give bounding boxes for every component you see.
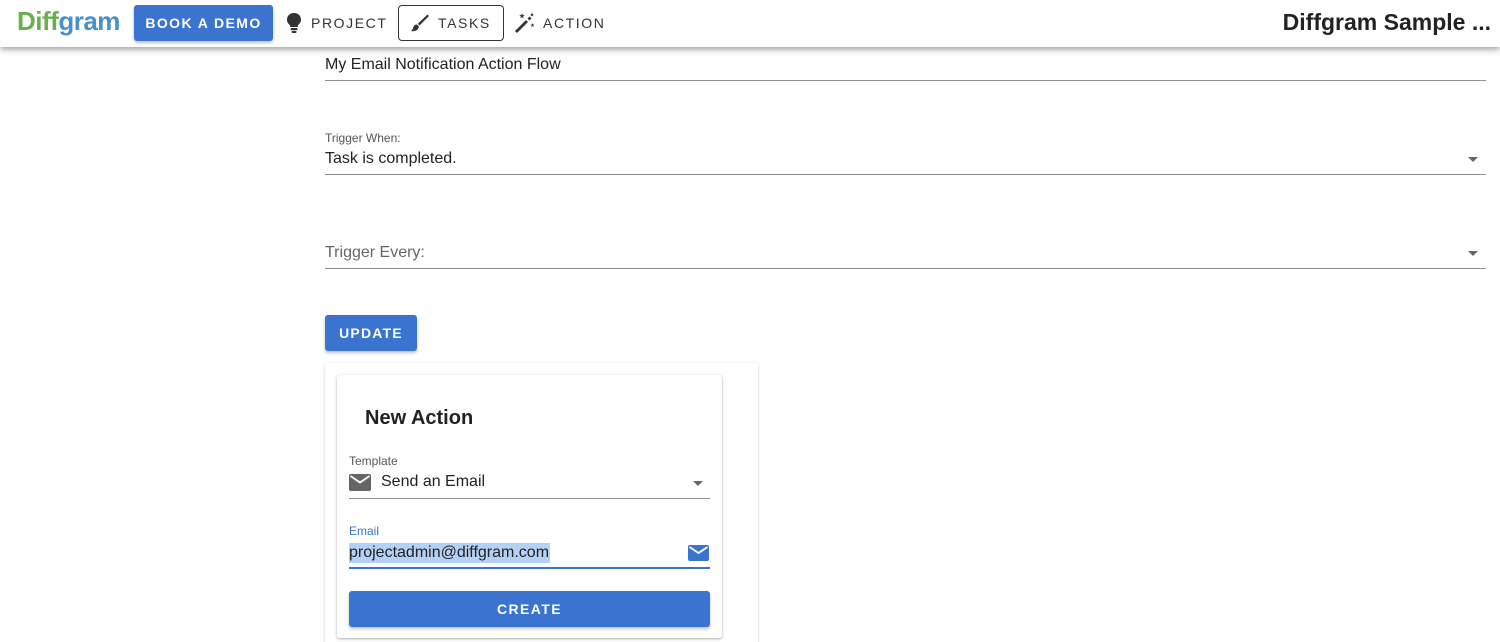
template-label: Template bbox=[349, 454, 398, 468]
action-flow-name-value: My Email Notification Action Flow bbox=[325, 56, 561, 73]
nav-tasks-label: TASKS bbox=[438, 15, 491, 31]
trigger-every-select[interactable]: Trigger Every: bbox=[325, 240, 1486, 270]
field-underline bbox=[325, 174, 1486, 175]
nav-action-button[interactable]: ACTION bbox=[513, 5, 606, 41]
field-underline bbox=[325, 268, 1486, 269]
email-icon bbox=[688, 545, 709, 566]
trigger-every-placeholder: Trigger Every: bbox=[325, 244, 425, 261]
book-demo-button[interactable]: BOOK A DEMO bbox=[134, 5, 273, 41]
action-flow-name-field[interactable]: My Email Notification Action Flow bbox=[325, 52, 1486, 82]
trigger-when-label: Trigger When: bbox=[325, 131, 401, 145]
diffgram-logo[interactable]: Diffgram bbox=[17, 6, 120, 37]
magic-wand-icon bbox=[515, 12, 535, 33]
trigger-when-select[interactable]: Trigger When: Task is completed. bbox=[325, 130, 1486, 176]
brush-icon bbox=[411, 14, 429, 32]
new-action-title: New Action bbox=[365, 407, 474, 429]
logo-text-gram: gram bbox=[58, 6, 120, 36]
project-title[interactable]: Diffgram Sample ... bbox=[1283, 9, 1491, 36]
field-underline bbox=[325, 80, 1486, 81]
email-label: Email bbox=[349, 524, 380, 538]
nav-tasks-button[interactable]: TASKS bbox=[398, 5, 504, 41]
nav-project-label: PROJECT bbox=[311, 15, 388, 31]
update-button[interactable]: UPDATE bbox=[325, 315, 417, 351]
dropdown-arrow-icon[interactable] bbox=[1468, 251, 1478, 256]
template-underline bbox=[349, 498, 710, 499]
nav-project-button[interactable]: PROJECT bbox=[285, 5, 388, 41]
dropdown-arrow-icon[interactable] bbox=[1468, 157, 1478, 162]
email-underline bbox=[349, 567, 710, 569]
trigger-when-value: Task is completed. bbox=[325, 150, 457, 167]
lightbulb-icon bbox=[287, 13, 301, 33]
dropdown-arrow-icon[interactable] bbox=[693, 481, 703, 486]
top-app-bar: Diffgram BOOK A DEMO PROJECT TASKS ACTIO… bbox=[0, 0, 1500, 47]
email-icon bbox=[349, 474, 371, 496]
create-button[interactable]: CREATE bbox=[349, 591, 710, 627]
template-value[interactable]: Send an Email bbox=[381, 473, 485, 491]
nav-action-label: ACTION bbox=[543, 15, 606, 31]
logo-text-diff: Diff bbox=[17, 6, 59, 36]
email-input[interactable]: projectadmin@diffgram.com bbox=[349, 543, 551, 563]
